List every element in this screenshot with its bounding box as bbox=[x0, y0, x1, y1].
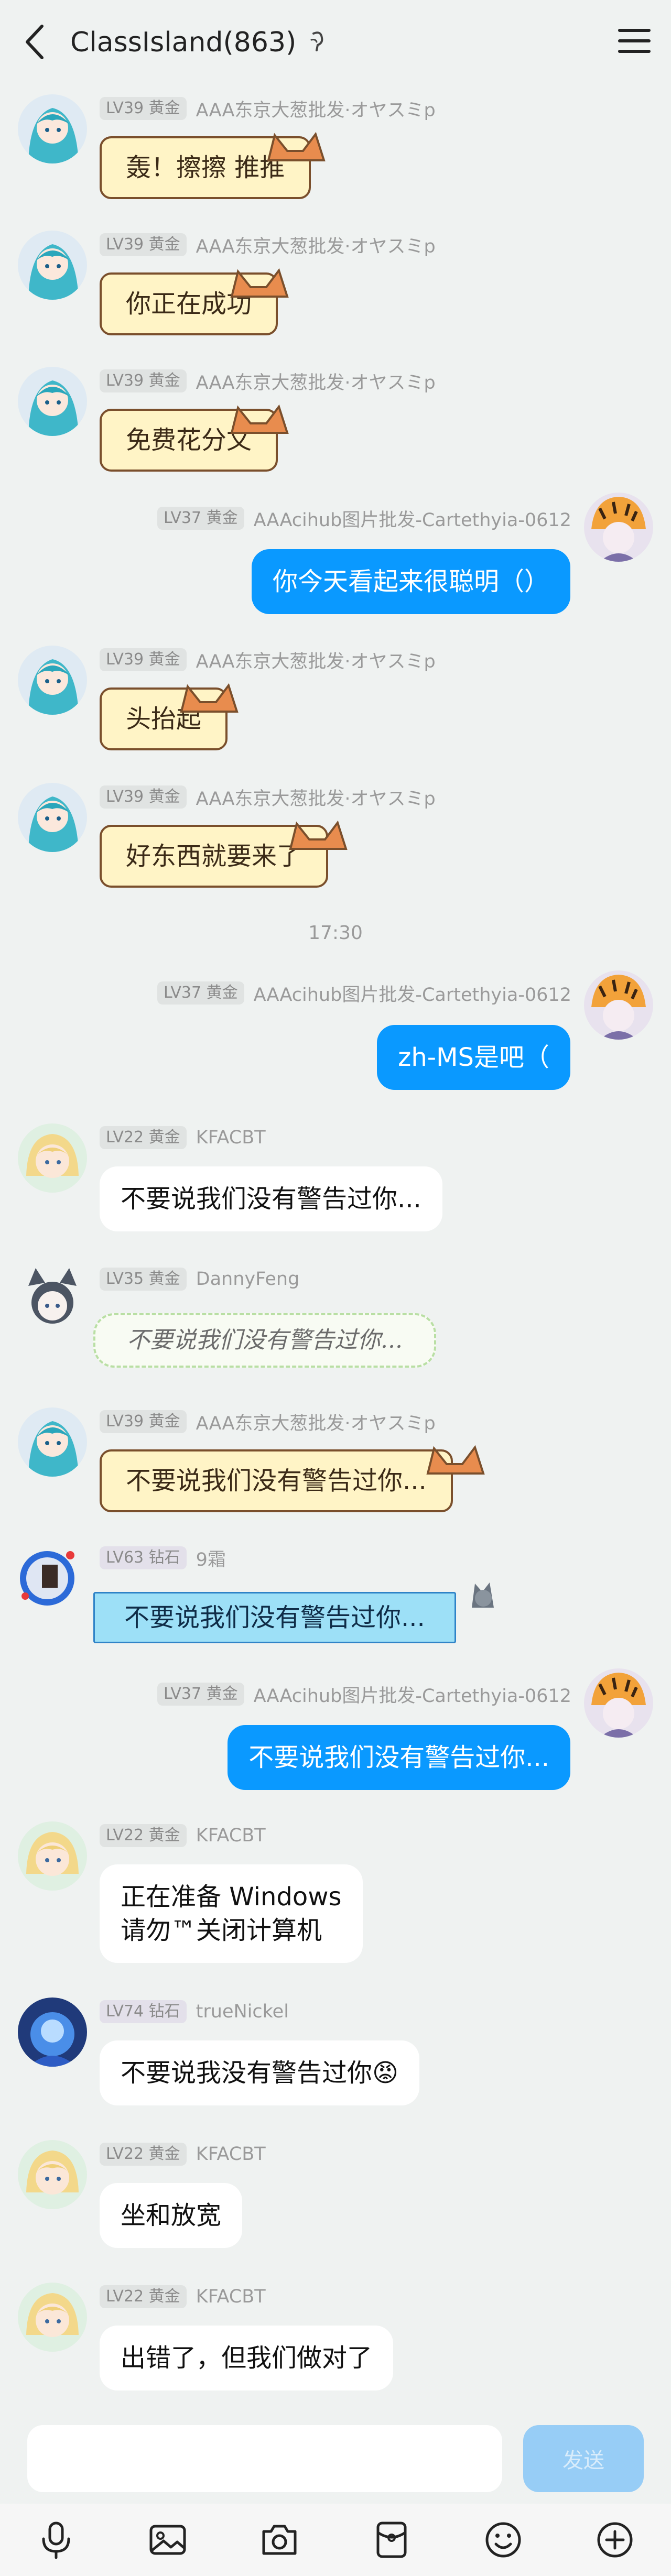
sender-name[interactable]: AAAcihub图片批发-Cartethyia-0612 bbox=[254, 505, 571, 532]
avatar-tiger-hat[interactable] bbox=[584, 1668, 653, 1738]
sender-name[interactable]: KFACBT bbox=[196, 2286, 266, 2307]
avatar-blonde-anime[interactable] bbox=[18, 2283, 87, 2352]
sender-name[interactable]: AAAcihub图片批发-Cartethyia-0612 bbox=[254, 980, 571, 1007]
composer: 发送 bbox=[0, 2408, 671, 2504]
level-badge: LV39 黄金 bbox=[100, 369, 187, 392]
sender-name[interactable]: AAA东京大葱批发·オヤスミp bbox=[196, 1409, 436, 1435]
group-title[interactable]: ClassIsland(863) bbox=[70, 25, 296, 60]
avatar-miku[interactable] bbox=[18, 367, 87, 436]
level-badge: LV22 黄金 bbox=[100, 2285, 187, 2308]
back-arrow-icon[interactable] bbox=[21, 21, 50, 63]
message-bubble[interactable]: 不要说我没有警告过你😡 bbox=[100, 2040, 420, 2105]
level-badge: LV63 钻石 bbox=[100, 1546, 187, 1569]
cat-ears-decoration-icon bbox=[267, 132, 326, 161]
sender-name[interactable]: trueNickel bbox=[196, 2001, 289, 2022]
bottom-toolbar bbox=[0, 2504, 671, 2576]
avatar-blonde-anime[interactable] bbox=[18, 2140, 87, 2209]
plus-icon[interactable] bbox=[595, 2520, 635, 2560]
cat-sticker-decoration-icon bbox=[472, 1582, 494, 1608]
avatar-blue-glow[interactable] bbox=[18, 1998, 87, 2067]
cat-ears-decoration-icon bbox=[230, 404, 289, 434]
message-bubble[interactable]: 正在准备 Windows 请勿™关闭计算机 bbox=[100, 1864, 363, 1963]
menu-icon[interactable] bbox=[618, 26, 651, 56]
time-divider: 17:30 bbox=[308, 922, 363, 944]
message-input[interactable] bbox=[27, 2425, 502, 2492]
level-badge: LV22 黄金 bbox=[100, 1126, 187, 1149]
red-packet-icon[interactable] bbox=[372, 2520, 412, 2560]
sender-name[interactable]: AAA东京大葱批发·オヤスミp bbox=[196, 232, 436, 258]
sender-name[interactable]: KFACBT bbox=[196, 1127, 266, 1148]
camera-icon[interactable] bbox=[259, 2520, 299, 2560]
cat-ears-decoration-icon bbox=[289, 820, 348, 850]
group-type-icon[interactable] bbox=[305, 29, 329, 53]
avatar-blonde-anime[interactable] bbox=[18, 1821, 87, 1891]
level-badge: LV37 黄金 bbox=[157, 981, 244, 1005]
message-bubble[interactable]: 不要说我们没有警告过你... bbox=[228, 1725, 570, 1790]
image-icon[interactable] bbox=[148, 2520, 188, 2560]
sender-name[interactable]: 9霜 bbox=[196, 1545, 226, 1571]
sender-name[interactable]: AAA东京大葱批发·オヤスミp bbox=[196, 95, 436, 122]
level-badge: LV35 黄金 bbox=[100, 1268, 187, 1291]
level-badge: LV37 黄金 bbox=[157, 1683, 244, 1706]
level-badge: LV39 黄金 bbox=[100, 785, 187, 809]
avatar-miku[interactable] bbox=[18, 231, 87, 300]
level-badge: LV39 黄金 bbox=[100, 1410, 187, 1433]
sender-name[interactable]: KFACBT bbox=[196, 1825, 266, 1846]
send-button[interactable]: 发送 bbox=[523, 2425, 644, 2492]
level-badge: LV39 黄金 bbox=[100, 648, 187, 671]
avatar-blonde-anime[interactable] bbox=[18, 1123, 87, 1193]
level-badge: LV74 钻石 bbox=[100, 2000, 187, 2023]
level-badge: LV39 黄金 bbox=[100, 233, 187, 256]
sender-name[interactable]: AAA东京大葱批发·オヤスミp bbox=[196, 784, 436, 811]
avatar-tiger-hat[interactable] bbox=[584, 970, 653, 1040]
message-bubble[interactable]: 出错了，但我们做对了 bbox=[100, 2326, 394, 2391]
emoji-icon[interactable] bbox=[483, 2520, 523, 2560]
avatar-miku[interactable] bbox=[18, 1407, 87, 1477]
level-badge: LV22 黄金 bbox=[100, 1824, 187, 1847]
message-bubble[interactable]: 不要说我们没有警告过你... bbox=[100, 1166, 442, 1231]
cat-ears-decoration-icon bbox=[230, 268, 289, 298]
message-bubble[interactable]: 不要说我们没有警告过你... bbox=[93, 1592, 456, 1643]
sender-name[interactable]: DannyFeng bbox=[196, 1269, 300, 1290]
sender-name[interactable]: AAA东京大葱批发·オヤスミp bbox=[196, 647, 436, 673]
avatar-miku[interactable] bbox=[18, 646, 87, 715]
message-bubble[interactable]: zh-MS是吧（ bbox=[377, 1025, 570, 1090]
cat-ears-decoration-icon bbox=[180, 683, 239, 713]
avatar-tiger-hat[interactable] bbox=[584, 493, 653, 562]
cat-ears-decoration-icon bbox=[426, 1445, 485, 1475]
sender-name[interactable]: KFACBT bbox=[196, 2144, 266, 2165]
sender-name[interactable]: AAAcihub图片批发-Cartethyia-0612 bbox=[254, 1681, 571, 1708]
level-badge: LV39 黄金 bbox=[100, 97, 187, 120]
level-badge: LV37 黄金 bbox=[157, 507, 244, 530]
avatar-miku[interactable] bbox=[18, 783, 87, 852]
message-bubble[interactable]: 不要说我们没有警告过你... bbox=[93, 1313, 436, 1368]
message-bubble[interactable]: 不要说我们没有警告过你... bbox=[100, 1449, 453, 1512]
sender-name[interactable]: AAA东京大葱批发·オヤスミp bbox=[196, 368, 436, 395]
message-bubble[interactable]: 坐和放宽 bbox=[100, 2183, 243, 2248]
level-badge: LV22 黄金 bbox=[100, 2143, 187, 2166]
avatar-blue-frame[interactable] bbox=[16, 1544, 85, 1613]
avatar-miku[interactable] bbox=[18, 94, 87, 163]
message-bubble[interactable]: 你今天看起来很聪明（） bbox=[251, 549, 570, 614]
microphone-icon[interactable] bbox=[36, 2520, 76, 2560]
avatar-catgirl[interactable] bbox=[18, 1265, 87, 1334]
chat-header: ClassIsland(863) bbox=[0, 0, 671, 84]
